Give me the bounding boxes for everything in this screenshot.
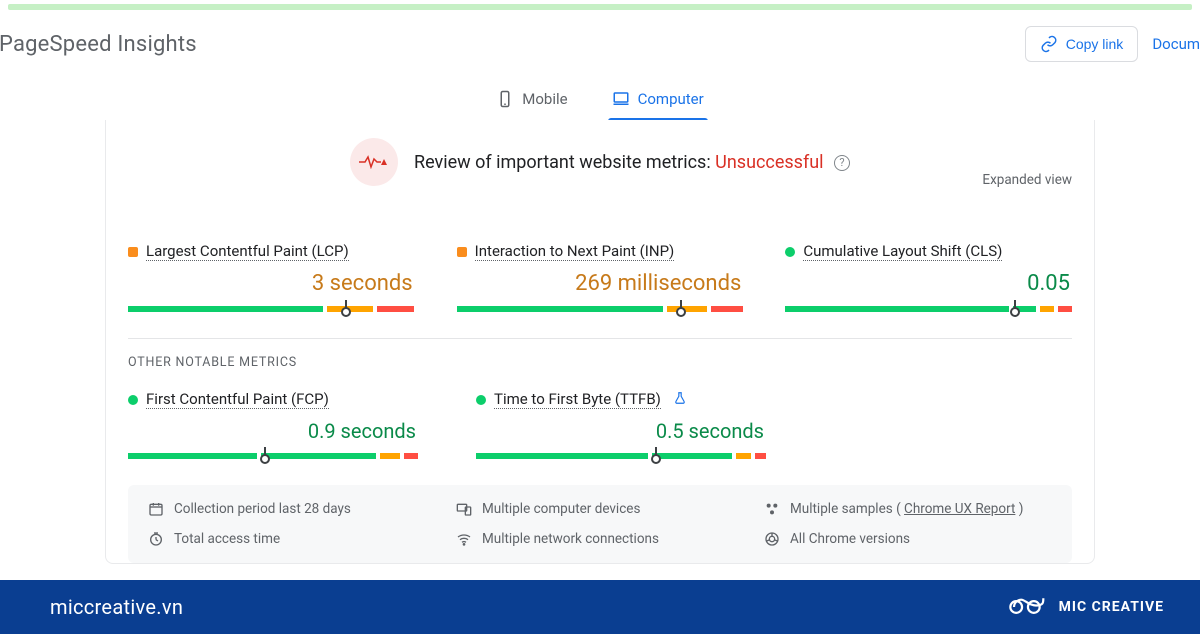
status-dot-lcp	[128, 247, 138, 257]
info-chrome: All Chrome versions	[764, 531, 1052, 547]
header: PageSpeed Insights Copy link Docum	[0, 10, 1200, 74]
info-devices: Multiple computer devices	[456, 501, 744, 517]
brand-bar: miccreative.vn MIC CREATIVE	[0, 580, 1200, 634]
info-samples: Multiple samples ( Chrome UX Report )	[764, 501, 1052, 517]
metric-ttfb: Time to First Byte (TTFB) 0.5 seconds	[476, 390, 766, 459]
metric-cls-value: 0.05	[785, 271, 1072, 296]
computer-icon	[612, 88, 630, 110]
vitals-status-icon	[350, 138, 398, 186]
metric-inp: Interaction to Next Paint (INP) 269 mill…	[457, 242, 744, 312]
copy-link-button[interactable]: Copy link	[1025, 26, 1139, 62]
tab-computer-label: Computer	[638, 90, 704, 108]
brand-logo: MIC CREATIVE	[1003, 593, 1164, 621]
metric-cls: Cumulative Layout Shift (CLS) 0.05	[785, 242, 1072, 312]
results-card: Review of important website metrics: Uns…	[105, 120, 1095, 564]
clock-icon	[148, 531, 164, 547]
samples-icon	[764, 501, 780, 517]
brand-domain: miccreative.vn	[50, 595, 183, 619]
info-period: Collection period last 28 days	[148, 501, 436, 517]
tab-mobile[interactable]: Mobile	[492, 82, 571, 120]
info-chrome-text: All Chrome versions	[790, 531, 910, 547]
metric-lcp: Largest Contentful Paint (LCP) 3 seconds	[128, 242, 415, 312]
metric-inp-bar	[457, 306, 744, 312]
info-network: Multiple network connections	[456, 531, 744, 547]
metric-lcp-marker	[340, 300, 352, 318]
other-metrics-label: OTHER NOTABLE METRICS	[128, 355, 1072, 370]
metric-lcp-value: 3 seconds	[128, 271, 415, 296]
info-devices-text: Multiple computer devices	[482, 501, 640, 517]
metric-cls-marker	[1009, 300, 1021, 318]
metric-inp-marker	[675, 300, 687, 318]
info-network-text: Multiple network connections	[482, 531, 659, 547]
wifi-icon	[456, 531, 472, 547]
link-icon	[1040, 35, 1058, 53]
metric-fcp-name[interactable]: First Contentful Paint (FCP)	[146, 390, 329, 409]
collection-info: Collection period last 28 days Multiple …	[128, 485, 1072, 563]
tab-mobile-label: Mobile	[522, 90, 567, 108]
device-tabs: Mobile Computer	[0, 82, 1200, 120]
brand-name: MIC CREATIVE	[1059, 599, 1164, 615]
metric-ttfb-marker	[650, 447, 662, 465]
metric-cls-name[interactable]: Cumulative Layout Shift (CLS)	[803, 242, 1002, 261]
chrome-ux-report-link[interactable]: Chrome UX Report	[904, 501, 1015, 517]
other-metrics-row: First Contentful Paint (FCP) 0.9 seconds…	[128, 390, 1072, 459]
documentation-link[interactable]: Docum	[1152, 35, 1200, 53]
metric-inp-value: 269 milliseconds	[457, 271, 744, 296]
divider	[128, 338, 1072, 339]
copy-link-label: Copy link	[1066, 36, 1124, 52]
metric-ttfb-bar	[476, 453, 766, 459]
info-total-text: Total access time	[174, 531, 280, 547]
mobile-icon	[496, 88, 514, 110]
metric-fcp: First Contentful Paint (FCP) 0.9 seconds	[128, 390, 418, 459]
info-samples-suffix: )	[1015, 501, 1023, 517]
review-label: Review of important website metrics:	[414, 152, 715, 173]
tab-computer[interactable]: Computer	[608, 82, 708, 120]
info-total: Total access time	[148, 531, 436, 547]
review-row: Review of important website metrics: Uns…	[128, 120, 1072, 188]
status-dot-ttfb	[476, 395, 486, 405]
metric-fcp-bar	[128, 453, 418, 459]
review-text: Review of important website metrics: Uns…	[414, 152, 850, 173]
core-metrics-row: Largest Contentful Paint (LCP) 3 seconds…	[128, 242, 1072, 312]
status-dot-fcp	[128, 395, 138, 405]
status-dot-cls	[785, 247, 795, 257]
metric-ttfb-value: 0.5 seconds	[476, 419, 766, 443]
infinity-icon	[1003, 593, 1047, 621]
chrome-icon	[764, 531, 780, 547]
help-icon[interactable]: ?	[834, 155, 850, 171]
header-actions: Copy link Docum	[1025, 26, 1200, 62]
metric-fcp-marker	[259, 447, 271, 465]
metric-cls-bar	[785, 306, 1072, 312]
metric-fcp-value: 0.9 seconds	[128, 419, 418, 443]
info-period-text: Collection period last 28 days	[174, 501, 351, 517]
app-title: PageSpeed Insights	[0, 32, 197, 57]
experimental-icon	[673, 391, 687, 409]
metric-ttfb-name[interactable]: Time to First Byte (TTFB)	[494, 390, 661, 409]
metric-lcp-name[interactable]: Largest Contentful Paint (LCP)	[146, 242, 349, 261]
status-dot-inp	[457, 247, 467, 257]
devices-icon	[456, 501, 472, 517]
calendar-icon	[148, 501, 164, 517]
metric-inp-name[interactable]: Interaction to Next Paint (INP)	[475, 242, 675, 261]
expanded-view-toggle[interactable]: Expanded view	[982, 172, 1072, 188]
metric-lcp-bar	[128, 306, 415, 312]
info-samples-prefix: Multiple samples (	[790, 501, 904, 517]
review-status: Unsuccessful	[715, 152, 823, 173]
